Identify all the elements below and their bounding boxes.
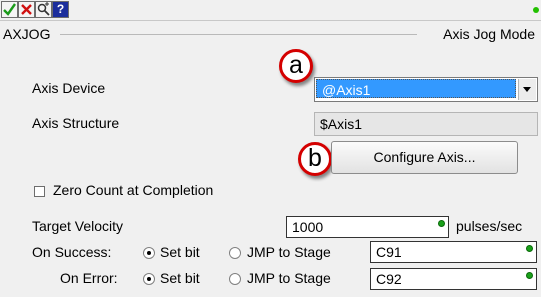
- valid-indicator: [438, 220, 445, 227]
- toolbar: ?: [0, 0, 541, 21]
- on-error-jmp-label: JMP to Stage: [247, 270, 331, 286]
- x-icon[interactable]: [18, 1, 35, 18]
- zero-count-checkbox[interactable]: [34, 186, 45, 197]
- target-velocity-input[interactable]: 1000: [286, 216, 449, 238]
- on-success-value: C91: [376, 244, 402, 260]
- axis-device-label: Axis Device: [32, 80, 106, 96]
- on-error-jmp-radio[interactable]: [229, 273, 241, 285]
- axis-structure-label: Axis Structure: [32, 115, 120, 131]
- magnify-icon[interactable]: [35, 1, 52, 18]
- status-indicator: [533, 7, 539, 13]
- callout-a: a: [279, 49, 313, 83]
- on-success-input[interactable]: C91: [370, 241, 537, 263]
- zero-count-label: Zero Count at Completion: [53, 182, 214, 198]
- axis-structure-field: $Axis1: [314, 112, 538, 136]
- target-velocity-unit: pulses/sec: [456, 218, 523, 234]
- help-button[interactable]: ?: [52, 1, 69, 18]
- target-velocity-value: 1000: [292, 219, 324, 235]
- callout-b: b: [298, 142, 332, 176]
- on-success-jmp-radio[interactable]: [229, 247, 241, 259]
- group-mode-title: Axis Jog Mode: [443, 26, 535, 42]
- on-error-label: On Error:: [60, 270, 118, 286]
- on-success-jmp-label: JMP to Stage: [247, 244, 331, 260]
- chevron-down-icon[interactable]: [518, 79, 536, 100]
- valid-indicator: [526, 272, 533, 279]
- on-error-value: C92: [376, 271, 402, 287]
- valid-indicator: [526, 245, 533, 252]
- target-velocity-label: Target Velocity: [32, 218, 124, 234]
- configure-axis-button[interactable]: Configure Axis...: [331, 141, 518, 174]
- on-error-setbit-radio[interactable]: [143, 273, 155, 285]
- axis-device-dropdown[interactable]: @Axis1: [314, 77, 538, 102]
- axis-device-value: @Axis1: [316, 79, 516, 98]
- check-icon[interactable]: [1, 1, 18, 18]
- on-success-setbit-radio[interactable]: [143, 247, 155, 259]
- group-title: AXJOG: [3, 26, 51, 42]
- on-error-input[interactable]: C92: [370, 268, 537, 290]
- on-success-setbit-label: Set bit: [160, 244, 200, 260]
- group-divider: [60, 34, 417, 35]
- on-error-setbit-label: Set bit: [160, 270, 200, 286]
- on-success-label: On Success:: [32, 244, 112, 260]
